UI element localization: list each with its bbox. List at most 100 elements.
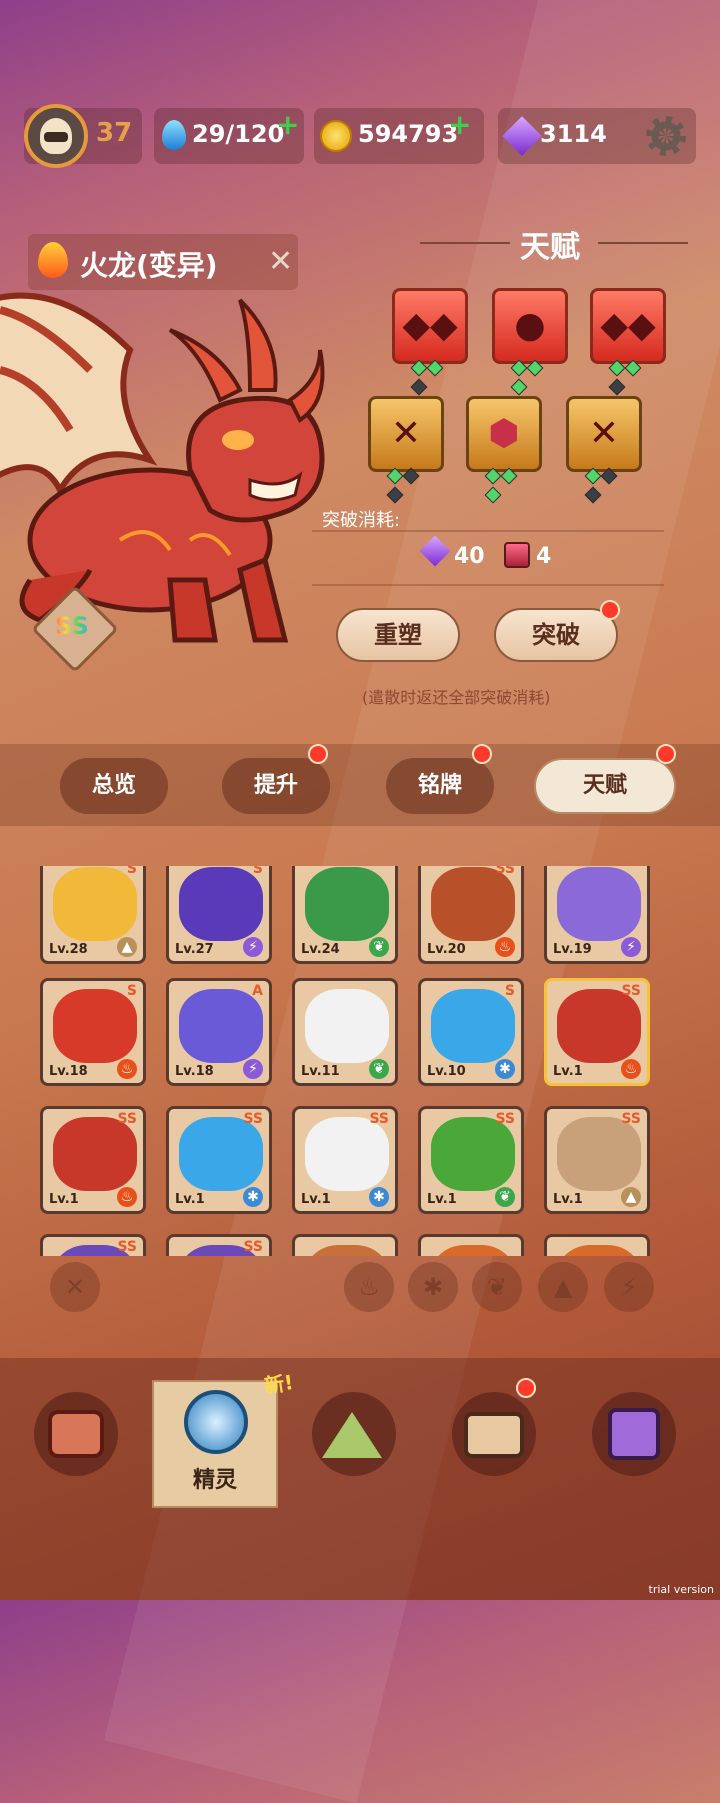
talent-skill-6[interactable]: ✕ — [566, 396, 642, 504]
monster-portrait — [305, 867, 389, 941]
monster-portrait — [179, 867, 263, 941]
notification-dot — [656, 744, 676, 764]
monster-card[interactable]: Lv.24 ❦ — [292, 866, 398, 964]
monster-portrait — [431, 989, 515, 1063]
thunder-element-icon: ⚡ — [621, 937, 641, 957]
monster-card[interactable] — [292, 1234, 398, 1256]
grass-element-icon: ❦ — [495, 1187, 515, 1207]
monster-card[interactable]: SS Lv.1 ✱ — [166, 1106, 272, 1214]
add-coins-button[interactable]: + — [448, 108, 471, 141]
divider — [312, 584, 664, 586]
grass-filter-icon[interactable]: ❦ — [472, 1262, 522, 1312]
monster-card[interactable]: SS Lv.1 ▲ — [544, 1106, 650, 1214]
monster-level: Lv.18 — [175, 1064, 214, 1079]
monster-collection-grid: S Lv.28 ▲ S Lv.27 ⚡ Lv.24 ❦ SS Lv.20 ♨ Lv.19 ⚡ S Lv.18… — [40, 866, 680, 1256]
monster-level: Lv.24 — [301, 942, 340, 957]
monster-card[interactable]: A Lv.18 ⚡ — [166, 978, 272, 1086]
talent-skill-2[interactable]: ● — [492, 288, 568, 396]
nav-spirit-label: 精灵 — [192, 1468, 237, 1493]
monster-card[interactable]: S Lv.18 ♨ — [40, 978, 146, 1086]
cost-gem-amount: 40 — [454, 544, 485, 569]
rock-filter-icon[interactable]: ▲ — [538, 1262, 588, 1312]
talent-skill-1[interactable]: ◆◆ — [392, 288, 468, 396]
monster-card[interactable]: SS — [166, 1234, 272, 1256]
monster-card[interactable]: S Lv.10 ✱ — [418, 978, 524, 1086]
talent-skill-5[interactable]: ⬢ — [466, 396, 542, 504]
thunder-element-icon: ⚡ — [243, 1059, 263, 1079]
ice-filter-icon[interactable]: ✱ — [408, 1262, 458, 1312]
close-icon[interactable]: ✕ — [268, 244, 293, 279]
monster-level: Lv.1 — [49, 1192, 79, 1207]
monster-rank: SS — [495, 866, 515, 877]
spirit-orb-icon — [184, 1390, 248, 1454]
monster-card[interactable]: SS — [40, 1234, 146, 1256]
drop-orb-icon: ● — [514, 305, 546, 346]
nav-map-button[interactable] — [592, 1392, 676, 1476]
tab-overview[interactable]: 总览 — [60, 758, 168, 814]
monster-level: Lv.10 — [427, 1064, 466, 1079]
monster-rank: SS — [621, 983, 641, 999]
skill-level-pips — [386, 467, 433, 504]
monster-card[interactable] — [418, 1234, 524, 1256]
detail-tabs: 总览 提升 铭牌 天赋 — [0, 744, 720, 826]
monster-level: Lv.1 — [553, 1064, 583, 1079]
rock-element-icon: ▲ — [117, 937, 137, 957]
tab-nameplate[interactable]: 铭牌 — [386, 758, 494, 814]
skill-level-pips — [608, 359, 655, 396]
water-drop-icon — [162, 120, 186, 150]
nav-bag-button[interactable] — [452, 1392, 536, 1476]
monster-card[interactable]: S Lv.27 ⚡ — [166, 866, 272, 964]
chest-icon — [464, 1412, 524, 1458]
skill-level-pips — [484, 467, 531, 504]
monster-rank: S — [126, 866, 137, 877]
monster-card[interactable]: Lv.11 ❦ — [292, 978, 398, 1086]
player-avatar[interactable] — [24, 104, 88, 168]
monster-level: Lv.1 — [175, 1192, 205, 1207]
reshape-button[interactable]: 重塑 — [336, 608, 460, 662]
map-pin-icon — [608, 1408, 660, 1460]
clear-filter-icon[interactable]: ✕ — [50, 1262, 100, 1312]
monster-portrait — [53, 867, 137, 941]
slash-cross-icon: ✕ — [588, 413, 620, 454]
fire-element-icon: ♨ — [117, 1187, 137, 1207]
watermark: trial version — [648, 1583, 714, 1596]
monster-card[interactable]: SS Lv.1 ♨ — [40, 1106, 146, 1214]
monster-card[interactable] — [544, 1234, 650, 1256]
skill-level-pips — [410, 359, 457, 396]
breakthrough-button[interactable]: 突破 — [494, 608, 618, 662]
tab-talent[interactable]: 天赋 — [534, 758, 676, 814]
thunder-filter-icon[interactable]: ⚡ — [604, 1262, 654, 1312]
monster-card[interactable]: SS Lv.1 ✱ — [292, 1106, 398, 1214]
monster-portrait — [431, 867, 515, 941]
monster-card[interactable]: SS Lv.20 ♨ — [418, 866, 524, 964]
fire-filter-icon[interactable]: ♨ — [344, 1262, 394, 1312]
talent-skill-3[interactable]: ◆◆ — [590, 288, 666, 396]
monster-portrait — [557, 1117, 641, 1191]
grass-element-icon: ❦ — [369, 937, 389, 957]
nav-spirit-button[interactable]: 精灵 — [152, 1380, 278, 1508]
status-bar: 37 29/120 + 594793 + 3114 — [24, 104, 696, 168]
monster-card[interactable]: S Lv.28 ▲ — [40, 866, 146, 964]
talent-skill-4[interactable]: ✕ — [368, 396, 444, 504]
cost-book-amount: 4 — [536, 544, 552, 569]
title-ornament-right — [598, 242, 688, 244]
tab-upgrade[interactable]: 提升 — [222, 758, 330, 814]
monster-portrait — [305, 1117, 389, 1191]
monster-rank: SS — [117, 1111, 137, 1127]
add-stamina-button[interactable]: + — [276, 108, 299, 141]
monster-name-plate: 火龙(变异) ✕ — [28, 234, 298, 290]
monster-rank: SS — [243, 1239, 263, 1255]
title-ornament-left — [420, 242, 510, 244]
monster-card[interactable]: SS Lv.1 ❦ — [418, 1106, 524, 1214]
nav-device-button[interactable] — [34, 1392, 118, 1476]
monster-card[interactable]: Lv.19 ⚡ — [544, 866, 650, 964]
monster-portrait — [557, 867, 641, 941]
nav-explore-button[interactable] — [312, 1392, 396, 1476]
monster-portrait — [431, 1245, 515, 1256]
monster-rank: S — [504, 983, 515, 999]
gear-icon[interactable] — [646, 116, 686, 156]
monster-card[interactable]: SS Lv.1 ♨ — [544, 978, 650, 1086]
monster-rank: S — [126, 983, 137, 999]
monster-rank: SS — [243, 1111, 263, 1127]
monster-level: Lv.18 — [49, 1064, 88, 1079]
